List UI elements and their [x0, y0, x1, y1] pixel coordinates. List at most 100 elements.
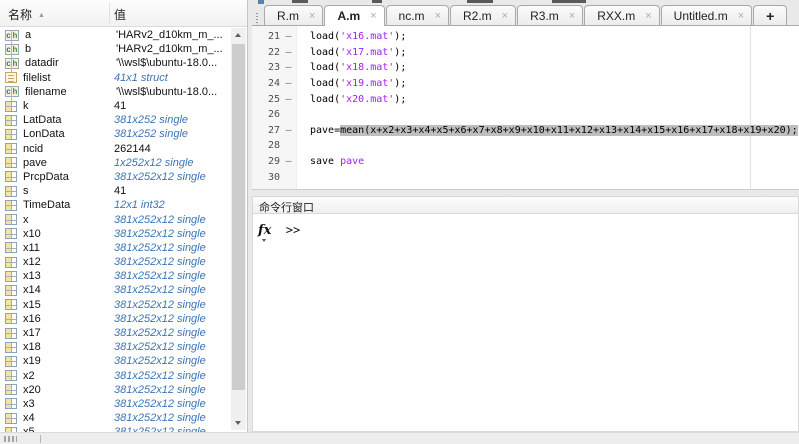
tab-label: nc.m: [399, 9, 425, 23]
matlab-window: 名称 ▲ 值 cha'HARv2_d10km_m_...chb'HARv2_d10…: [0, 0, 799, 444]
table-row[interactable]: k41: [0, 99, 231, 113]
code-token: mean(x+x2+x3+x4+x5+x6+x7+x8+x9+x10+x11+x…: [340, 125, 798, 136]
workspace-scrollbar[interactable]: [231, 28, 246, 430]
tab-RXX.m[interactable]: RXX.m×: [584, 5, 659, 25]
variable-value: 381x252x12 single: [114, 398, 231, 410]
table-row[interactable]: x20381x252x12 single: [0, 383, 231, 397]
variable-value: 381x252x12 single: [114, 256, 231, 268]
dock-grip-icon[interactable]: [256, 13, 258, 27]
variable-name: filename: [25, 86, 116, 98]
code-editor[interactable]: 21–load('x16.mat');22–load('x17.mat');23…: [252, 26, 799, 190]
tab-Untitled.m[interactable]: Untitled.m×: [661, 5, 752, 25]
table-row[interactable]: filelist41x1 struct: [0, 71, 231, 85]
table-row[interactable]: x5381x252x12 single: [0, 425, 231, 432]
tab-R3.m[interactable]: R3.m×: [517, 5, 583, 25]
column-divider[interactable]: [109, 2, 110, 24]
table-row[interactable]: cha'HARv2_d10km_m_...: [0, 28, 231, 42]
executable-line-dash: –: [280, 156, 297, 167]
table-row[interactable]: x11381x252x12 single: [0, 241, 231, 255]
char-variable-icon: ch: [5, 44, 19, 55]
table-row[interactable]: LatData381x252 single: [0, 113, 231, 127]
close-tab-icon[interactable]: ×: [569, 10, 575, 22]
tab-nc.m[interactable]: nc.m ×: [386, 5, 449, 25]
close-tab-icon[interactable]: ×: [645, 10, 651, 22]
table-row[interactable]: x2381x252x12 single: [0, 369, 231, 383]
table-row[interactable]: pave1x252x12 single: [0, 156, 231, 170]
table-row[interactable]: LonData381x252 single: [0, 127, 231, 141]
tab-R2.m[interactable]: R2.m×: [450, 5, 516, 25]
close-tab-icon[interactable]: ×: [502, 10, 508, 22]
table-row[interactable]: chfilename'\\wsl$\ubuntu-18.0...: [0, 85, 231, 99]
variable-value: 1x252x12 single: [114, 157, 231, 169]
variable-value: 41x1 struct: [114, 72, 231, 84]
table-row[interactable]: x4381x252x12 single: [0, 411, 231, 425]
variable-name: pave: [23, 157, 114, 169]
scroll-down-icon[interactable]: [231, 415, 246, 430]
table-row[interactable]: s41: [0, 184, 231, 198]
tab-R.m[interactable]: R.m×: [264, 5, 323, 25]
fx-function-hint-button[interactable]: fx: [258, 223, 271, 238]
table-row[interactable]: x10381x252x12 single: [0, 227, 231, 241]
name-column-label: 名称: [8, 8, 32, 22]
variable-value: 381x252 single: [114, 128, 231, 140]
table-row[interactable]: x15381x252x12 single: [0, 298, 231, 312]
char-variable-icon: ch: [5, 86, 19, 97]
variable-name: x17: [23, 327, 114, 339]
code-line: 21–load('x16.mat');: [252, 29, 799, 45]
code-token: pave=: [310, 125, 340, 136]
numeric-variable-icon: [5, 242, 17, 253]
variable-value: 'HARv2_d10km_m_...: [116, 29, 231, 41]
editor-tab-bar: R.m×A.m×nc.m×R2.m×R3.m×RXX.m×Untitled.m×…: [252, 5, 799, 26]
scroll-up-icon[interactable]: [231, 28, 246, 43]
close-tab-icon[interactable]: ×: [435, 10, 441, 22]
char-icon-letter: h: [12, 59, 18, 68]
new-tab-button[interactable]: +: [753, 5, 787, 25]
table-row[interactable]: ncid262144: [0, 142, 231, 156]
table-row[interactable]: x18381x252x12 single: [0, 340, 231, 354]
document-icon: [258, 0, 264, 4]
executable-line-dash: –: [280, 125, 297, 136]
close-tab-icon[interactable]: ×: [738, 10, 744, 22]
table-row[interactable]: x16381x252x12 single: [0, 312, 231, 326]
table-row[interactable]: chb'HARv2_d10km_m_...: [0, 42, 231, 56]
numeric-variable-icon: [5, 285, 17, 296]
numeric-variable-icon: [5, 299, 17, 310]
code-token: save: [310, 156, 340, 167]
numeric-variable-icon: [5, 271, 17, 282]
numeric-variable-icon: [5, 171, 17, 182]
column-header-value[interactable]: 值: [114, 6, 126, 23]
line-number: 24: [252, 78, 280, 89]
close-tab-icon[interactable]: ×: [309, 10, 315, 22]
table-row[interactable]: x3381x252x12 single: [0, 397, 231, 411]
table-row[interactable]: chdatadir'\\wsl$\ubuntu-18.0...: [0, 56, 231, 70]
table-row[interactable]: x14381x252x12 single: [0, 283, 231, 297]
variable-value: 381x252x12 single: [114, 284, 231, 296]
code-text: pave=mean(x+x2+x3+x4+x5+x6+x7+x8+x9+x10+…: [297, 125, 798, 136]
resize-grip-icon[interactable]: [4, 436, 17, 442]
variable-value: 262144: [114, 143, 231, 155]
table-row[interactable]: x17381x252x12 single: [0, 326, 231, 340]
table-row[interactable]: x381x252x12 single: [0, 212, 231, 226]
variable-value: 381x252x12 single: [114, 228, 231, 240]
code-token: pave: [340, 156, 364, 167]
command-window-title[interactable]: 命令行窗口: [253, 197, 798, 214]
numeric-variable-icon: [5, 157, 17, 168]
line-number: 25: [252, 94, 280, 105]
tab-A.m[interactable]: A.m×: [324, 5, 384, 26]
variable-value: 381x252x12 single: [114, 270, 231, 282]
variable-value: 381x252x12 single: [114, 327, 231, 339]
variable-name: x13: [23, 270, 114, 282]
variable-value: 381x252x12 single: [114, 214, 231, 226]
sort-ascending-icon: ▲: [38, 12, 45, 19]
code-token: load(: [310, 78, 340, 89]
table-row[interactable]: x19381x252x12 single: [0, 354, 231, 368]
command-window-body[interactable]: fx >>: [253, 214, 798, 239]
code-token: load(: [310, 47, 340, 58]
scrollbar-thumb[interactable]: [232, 44, 245, 390]
column-header-name[interactable]: 名称 ▲: [8, 6, 45, 23]
close-tab-icon[interactable]: ×: [370, 10, 376, 22]
table-row[interactable]: PrcpData381x252x12 single: [0, 170, 231, 184]
table-row[interactable]: x12381x252x12 single: [0, 255, 231, 269]
table-row[interactable]: x13381x252x12 single: [0, 269, 231, 283]
table-row[interactable]: TimeData12x1 int32: [0, 198, 231, 212]
